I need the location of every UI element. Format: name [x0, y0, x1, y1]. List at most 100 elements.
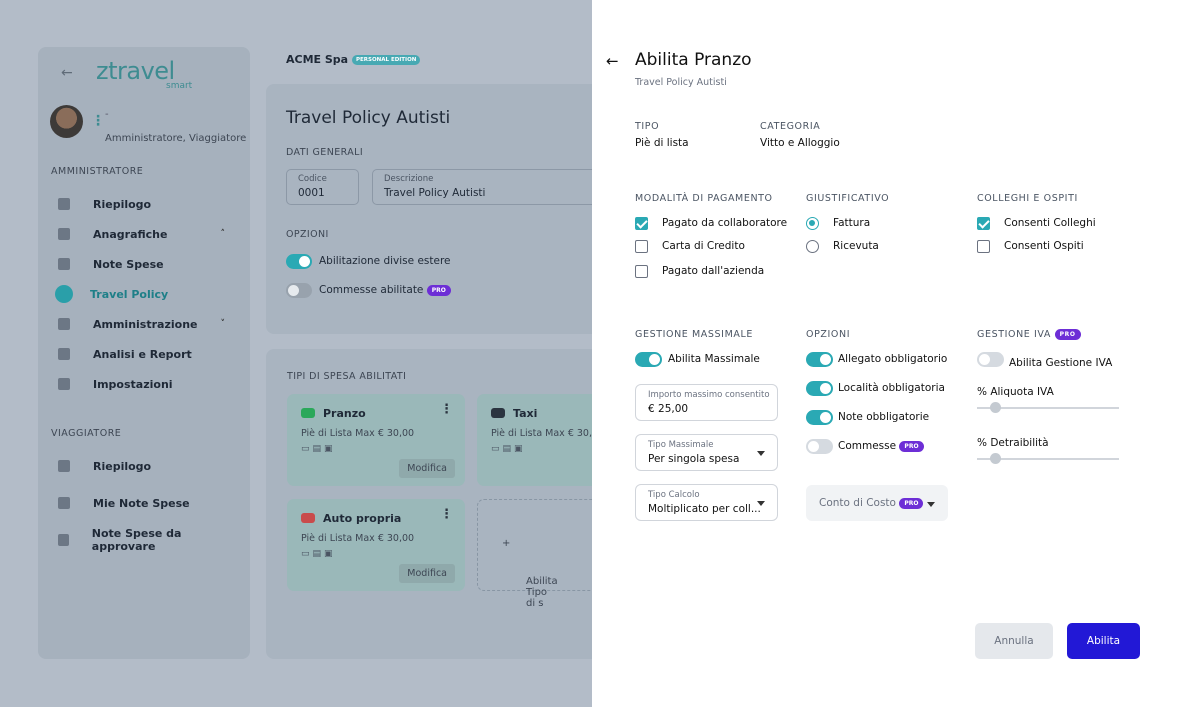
tipo-value: Piè di lista: [635, 137, 689, 149]
card-title: Pranzo: [323, 407, 366, 420]
sidebar-item-impostazioni[interactable]: Impostazioni: [58, 373, 233, 395]
sidebar-item-note-da-approvare[interactable]: Note Spese da approvare: [58, 527, 233, 553]
conto-costo-label: Conto di Costo PRO: [819, 497, 924, 509]
detraibilita-slider[interactable]: [977, 453, 1119, 464]
colleghi-option: Consenti Ospiti: [1004, 240, 1084, 252]
consenti-ospiti-checkbox[interactable]: [977, 240, 990, 253]
payment-option: Pagato da collaboratore: [662, 217, 788, 229]
car-icon: [301, 513, 315, 523]
cancel-button[interactable]: Annulla: [975, 623, 1053, 659]
pro-badge: PRO: [899, 440, 924, 452]
massimale-toggle[interactable]: [635, 352, 662, 367]
consenti-colleghi-checkbox[interactable]: [977, 217, 990, 230]
colleghi-label: COLLEGHI E OSPITI: [977, 193, 1078, 204]
sidebar-item-label: Mie Note Spese: [93, 496, 190, 510]
description-field[interactable]: Descrizione Travel Policy Autisti: [372, 169, 592, 205]
user-menu-icon[interactable]: ⋮: [91, 113, 105, 129]
dialog-title: Abilita Pranzo: [635, 50, 752, 70]
card-sub: Piè di Lista Max € 30,00: [491, 428, 592, 439]
foreign-currency-toggle[interactable]: [286, 254, 312, 269]
sidebar-item-note-spese[interactable]: Note Spese: [58, 253, 233, 275]
sidebar-item-amministrazione[interactable]: Amministrazione ˅: [58, 313, 233, 335]
fattura-radio[interactable]: [806, 217, 819, 230]
tipo-calcolo-label: Tipo Calcolo: [648, 490, 700, 500]
code-field[interactable]: Codice 0001: [286, 169, 359, 205]
importo-value: € 25,00: [648, 403, 689, 415]
commesse-toggle[interactable]: [286, 283, 312, 298]
section-traveler: VIAGGIATORE: [51, 428, 122, 439]
approve-icon: [58, 534, 69, 546]
back-arrow-icon[interactable]: ←: [606, 52, 619, 70]
sidebar-item-mie-note-spese[interactable]: Mie Note Spese: [58, 492, 233, 514]
payment-carta-checkbox[interactable]: [635, 240, 648, 253]
confirm-button[interactable]: Abilita: [1067, 623, 1140, 659]
importo-label: Importo massimo consentito: [648, 390, 770, 400]
edition-badge: PERSONAL EDITION: [352, 55, 421, 65]
more-icon[interactable]: ⋮: [440, 507, 453, 522]
ricevuta-radio[interactable]: [806, 240, 819, 253]
description-label: Descrizione: [384, 174, 434, 184]
sidebar-item-riepilogo-viaggiatore[interactable]: Riepilogo: [58, 455, 233, 477]
pro-badge: PRO: [1054, 329, 1081, 340]
user-name: -: [105, 109, 109, 120]
card-icon: [58, 228, 70, 240]
allegato-toggle[interactable]: [806, 352, 833, 367]
sidebar-item-label: Travel Policy: [90, 287, 169, 301]
colleghi-option: Consenti Colleghi: [1004, 217, 1096, 229]
enable-expense-dialog: ← Abilita Pranzo Travel Policy Autisti T…: [592, 0, 1184, 707]
more-icon[interactable]: ⋮: [440, 402, 453, 417]
tipo-calcolo-select[interactable]: Tipo Calcolo Moltiplicato per coll...: [635, 484, 778, 521]
pro-badge: PRO: [426, 284, 451, 296]
commesse-toggle[interactable]: [806, 439, 833, 454]
slider-knob[interactable]: [990, 453, 1001, 464]
page-title: Travel Policy Autisti: [286, 108, 451, 128]
sidebar-item-analisi[interactable]: Analisi e Report: [58, 343, 233, 365]
edit-button[interactable]: Modifica: [399, 459, 455, 478]
add-expense-type[interactable]: + Abilita Tipo di s: [477, 499, 592, 609]
options-label: OPZIONI: [286, 229, 329, 240]
avatar[interactable]: [50, 105, 83, 138]
taxi-icon: [491, 408, 505, 418]
aliquota-slider[interactable]: [977, 402, 1119, 413]
tipo-massimale-select[interactable]: Tipo Massimale Per singola spesa: [635, 434, 778, 471]
expense-card-pranzo[interactable]: Pranzo ⋮ Piè di Lista Max € 30,00 ▭▤▣ Mo…: [287, 394, 465, 486]
edit-button[interactable]: Modifica: [399, 564, 455, 583]
caret-down-icon: [757, 451, 765, 456]
giustificativo-label: GIUSTIFICATIVO: [806, 193, 890, 204]
payment-option: Pagato dall'azienda: [662, 265, 765, 277]
card-title: Taxi: [513, 407, 538, 420]
sidebar-item-travel-policy[interactable]: Travel Policy: [55, 283, 233, 305]
expense-types-label: TIPI DI SPESA ABILITATI: [287, 371, 407, 382]
payment-label: MODALITÀ DI PAGAMENTO: [635, 193, 773, 204]
sidebar-item-anagrafiche[interactable]: Anagrafiche ˄: [58, 223, 233, 245]
sidebar-item-label: Amministrazione: [93, 317, 198, 331]
people-icon: [58, 318, 70, 330]
localita-toggle[interactable]: [806, 381, 833, 396]
giust-option: Ricevuta: [833, 240, 879, 252]
payment-option: Carta di Credito: [662, 240, 745, 252]
importo-input[interactable]: Importo massimo consentito € 25,00: [635, 384, 778, 421]
sidebar-item-label: Anagrafiche: [93, 227, 168, 241]
sidebar-item-label: Riepilogo: [93, 197, 152, 211]
general-panel: Travel Policy Autisti DATI GENERALI Codi…: [266, 84, 592, 334]
card-icons: ▭▤▣: [301, 549, 336, 559]
opzione-label: Allegato obbligatorio: [838, 353, 948, 365]
opzione-label: Località obbligatoria: [838, 382, 945, 394]
dialog-subtitle: Travel Policy Autisti: [635, 77, 727, 88]
payment-azienda-checkbox[interactable]: [635, 265, 648, 278]
expense-card-taxi[interactable]: Taxi Piè di Lista Max € 30,00 ▭▤▣: [477, 394, 592, 486]
expense-card-auto[interactable]: Auto propria ⋮ Piè di Lista Max € 30,00 …: [287, 499, 465, 591]
sidebar-item-riepilogo[interactable]: Riepilogo: [58, 193, 233, 215]
grid-icon: [58, 198, 70, 210]
logo-sub: smart: [166, 81, 193, 91]
back-arrow-icon[interactable]: ←: [61, 65, 73, 81]
iva-label: GESTIONE IVA PRO: [977, 329, 1081, 340]
note-toggle[interactable]: [806, 410, 833, 425]
iva-toggle[interactable]: [977, 352, 1004, 367]
opzioni-label: OPZIONI: [806, 329, 851, 340]
general-label: DATI GENERALI: [286, 147, 364, 158]
conto-costo-select[interactable]: Conto di Costo PRO: [806, 485, 948, 521]
payment-collaboratore-checkbox[interactable]: [635, 217, 648, 230]
slider-knob[interactable]: [990, 402, 1001, 413]
commesse-label: Commesse abilitate PRO: [319, 284, 451, 296]
